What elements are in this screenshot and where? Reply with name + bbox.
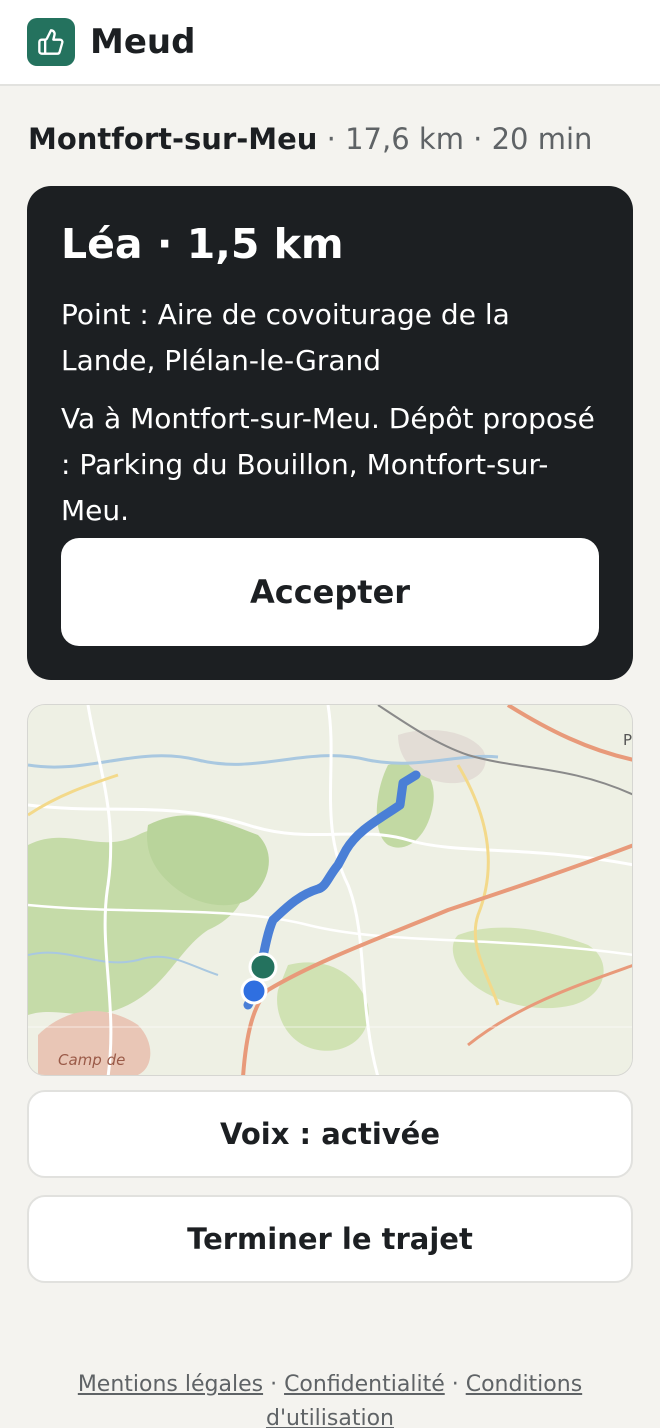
app-header: Meud [0, 0, 660, 86]
map-label-camp: Camp de [58, 1051, 125, 1069]
offer-destination: Va à Montfort-sur-Meu. Dépôt proposé : P… [61, 402, 595, 527]
end-trip-button[interactable]: Terminer le trajet [27, 1195, 633, 1283]
accept-button[interactable]: Accepter [61, 538, 599, 646]
thumbs-up-icon[interactable] [27, 18, 75, 66]
ride-offer-card: Léa · 1,5 km Point : Aire de covoiturage… [27, 186, 633, 680]
map-label-edge: P [623, 731, 632, 749]
offer-pickup-point: Point : Aire de covoiturage de la Lande,… [61, 298, 510, 377]
voice-toggle-button[interactable]: Voix : activée [27, 1090, 633, 1178]
current-position-icon [240, 977, 268, 1005]
route-summary: Montfort-sur-Meu · 17,6 km · 20 min [28, 122, 638, 156]
route-destination: Montfort-sur-Meu [28, 122, 318, 156]
route-map[interactable]: Camp de P [27, 704, 633, 1076]
privacy-link[interactable]: Confidentialité [284, 1372, 445, 1397]
pickup-marker-icon[interactable] [248, 952, 278, 982]
brand-name[interactable]: Meud [90, 22, 195, 62]
legal-notice-link[interactable]: Mentions légales [78, 1372, 263, 1397]
offer-title: Léa · 1,5 km [61, 220, 344, 268]
footer-separator: · [263, 1372, 285, 1397]
footer-links: Mentions légales · Confidentialité · Con… [60, 1368, 600, 1428]
route-distance-duration: · 17,6 km · 20 min [317, 122, 593, 156]
footer-separator: · [444, 1372, 466, 1397]
